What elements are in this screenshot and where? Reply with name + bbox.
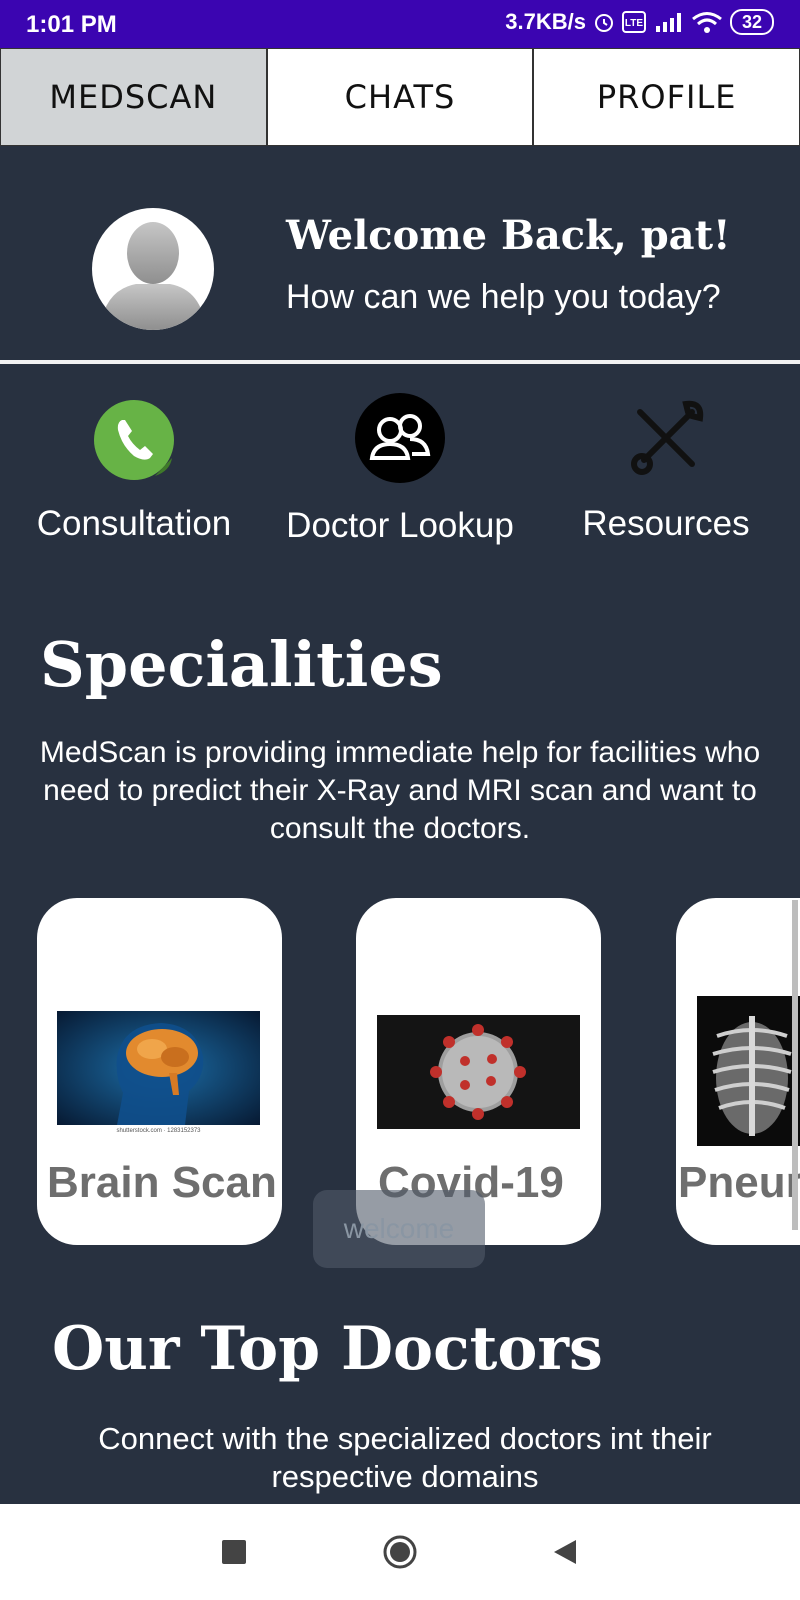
brain-scan-image xyxy=(57,1011,260,1125)
avatar[interactable] xyxy=(92,208,214,330)
horizontal-scroll-indicator[interactable] xyxy=(792,900,798,1230)
alarm-icon xyxy=(594,14,613,32)
phone-icon xyxy=(94,400,174,480)
specialities-description: MedScan is providing immediate help for … xyxy=(39,736,761,845)
header-divider xyxy=(0,360,800,364)
specialities-title: Specialities xyxy=(40,628,443,701)
top-doctors-description: Connect with the specialized doctors int… xyxy=(98,1421,712,1494)
tab-chats[interactable]: CHATS xyxy=(266,48,534,146)
chest-xray-image xyxy=(697,996,800,1146)
battery-indicator: 32 xyxy=(729,9,774,35)
back-icon[interactable] xyxy=(552,1538,578,1566)
volte-icon: LTE xyxy=(621,11,646,33)
consultation-action[interactable]: Consultation xyxy=(18,398,250,544)
status-bar: 1:01 PM 3.7KB/s LTE 32 xyxy=(0,0,800,48)
svg-text:LTE: LTE xyxy=(625,18,643,29)
network-speed: 3.7KB/s xyxy=(505,9,586,34)
status-time: 1:01 PM xyxy=(26,11,117,38)
toast-message: welcome xyxy=(313,1190,485,1268)
welcome-subtitle: How can we help you today? xyxy=(286,278,721,316)
system-nav-bar xyxy=(0,1504,800,1600)
consultation-label: Consultation xyxy=(36,504,232,543)
pneumonia-card[interactable]: Pneur xyxy=(676,898,800,1245)
home-icon[interactable] xyxy=(382,1534,418,1570)
doctor-lookup-action[interactable]: Doctor Lookup xyxy=(270,392,530,546)
resources-action[interactable]: Resources xyxy=(556,394,776,544)
status-icons: 3.7KB/s LTE 32 xyxy=(505,9,774,35)
top-doctors-title: Our Top Doctors xyxy=(52,1314,603,1384)
tab-medscan[interactable]: MEDSCAN xyxy=(0,48,267,146)
pneumonia-label: Pneur xyxy=(678,1158,800,1207)
doctors-group-icon xyxy=(355,393,445,483)
covid-virus-image xyxy=(377,1015,580,1129)
recent-apps-icon[interactable] xyxy=(222,1540,246,1564)
wifi-icon xyxy=(692,12,722,33)
user-silhouette-icon xyxy=(100,222,206,330)
tab-profile[interactable]: PROFILE xyxy=(533,48,800,146)
signal-icon xyxy=(655,13,681,32)
top-tab-bar: MEDSCAN CHATS PROFILE xyxy=(0,48,800,146)
brain-scan-label: Brain Scan xyxy=(47,1158,277,1207)
resources-label: Resources xyxy=(582,504,750,543)
welcome-title: Welcome Back, pat! xyxy=(286,212,731,259)
brain-scan-card[interactable]: shutterstock.com · 1283152373 Brain Scan xyxy=(37,898,282,1245)
brain-image-caption: shutterstock.com · 1283152373 xyxy=(116,1128,201,1134)
doctor-lookup-label: Doctor Lookup xyxy=(286,506,514,545)
tools-icon xyxy=(631,400,704,475)
